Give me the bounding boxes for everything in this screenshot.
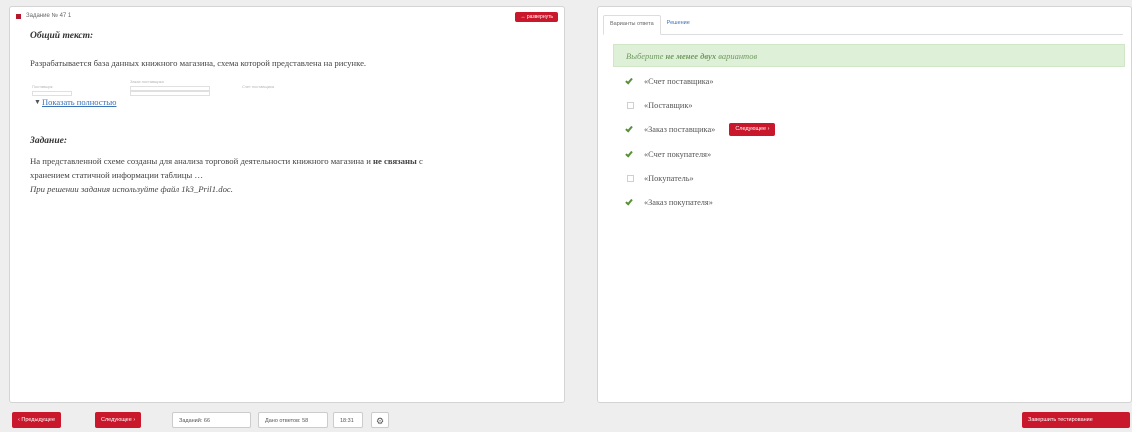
answer-panel: Варианты ответа Решение Выберите не мене…: [597, 6, 1132, 403]
checkmark-icon[interactable]: [625, 197, 635, 207]
common-text-paragraph: Разрабатывается база данных книжного маг…: [30, 58, 367, 68]
option-buyer[interactable]: «Покупатель»: [626, 171, 694, 185]
option-supplier-order[interactable]: «Заказ поставщика» Следующее ›: [625, 122, 776, 136]
tasks-count: Заданий: 66: [172, 412, 251, 428]
schema-preview: Поставщик Заказ поставщика Счет поставщи…: [32, 78, 332, 98]
finish-test-button[interactable]: Завершить тестирование: [1022, 412, 1130, 428]
timer: 18:31: [333, 412, 363, 428]
next-inline-button[interactable]: Следующее ›: [729, 122, 776, 136]
next-button[interactable]: Следующее ›: [95, 412, 142, 428]
tab-solution[interactable]: Решение: [661, 15, 696, 35]
assignment-title: Задание:: [30, 136, 67, 146]
previous-button[interactable]: ‹ Предыдущее: [12, 412, 62, 428]
show-more-link[interactable]: Показать полностью: [42, 97, 116, 107]
task-marker-icon: [16, 13, 21, 19]
selection-hint: Выберите не менее двух вариантов: [613, 44, 1125, 67]
caret-down-icon: ▼: [34, 98, 41, 106]
checkbox-empty-icon[interactable]: [627, 101, 634, 109]
schema-table-supplier: Поставщик: [32, 84, 72, 96]
option-buyer-order[interactable]: «Заказ покупателя»: [625, 195, 713, 209]
assignment-text: На представленной схеме созданы для анал…: [30, 156, 423, 194]
tab-answer-options[interactable]: Варианты ответа: [603, 15, 661, 35]
checkmark-icon[interactable]: [625, 124, 635, 134]
task-header: Задание № 47 1: [16, 13, 71, 19]
option-supplier[interactable]: «Поставщик»: [626, 98, 693, 112]
task-panel: Задание № 47 1 ↔ развернуть Общий текст:…: [9, 6, 565, 403]
checkmark-icon[interactable]: [625, 76, 635, 86]
task-label: Задание № 47 1: [26, 13, 72, 19]
expand-button[interactable]: ↔ развернуть: [515, 12, 558, 22]
checkbox-empty-icon[interactable]: [627, 174, 634, 182]
checkmark-icon[interactable]: [625, 149, 635, 159]
option-buyer-invoice[interactable]: «Счет покупателя»: [625, 147, 711, 161]
option-supplier-invoice[interactable]: «Счет поставщика»: [625, 74, 714, 88]
common-text-title: Общий текст:: [30, 31, 94, 41]
answers-count: Дано ответов: 58: [258, 412, 328, 428]
settings-gear-icon[interactable]: ⚙: [371, 412, 389, 428]
schema-table-supplier-invoice: Счет поставщика: [242, 84, 275, 89]
answer-tabs: Варианты ответа Решение: [603, 15, 1123, 35]
schema-table-supplier-order: Заказ поставщика: [130, 79, 210, 96]
